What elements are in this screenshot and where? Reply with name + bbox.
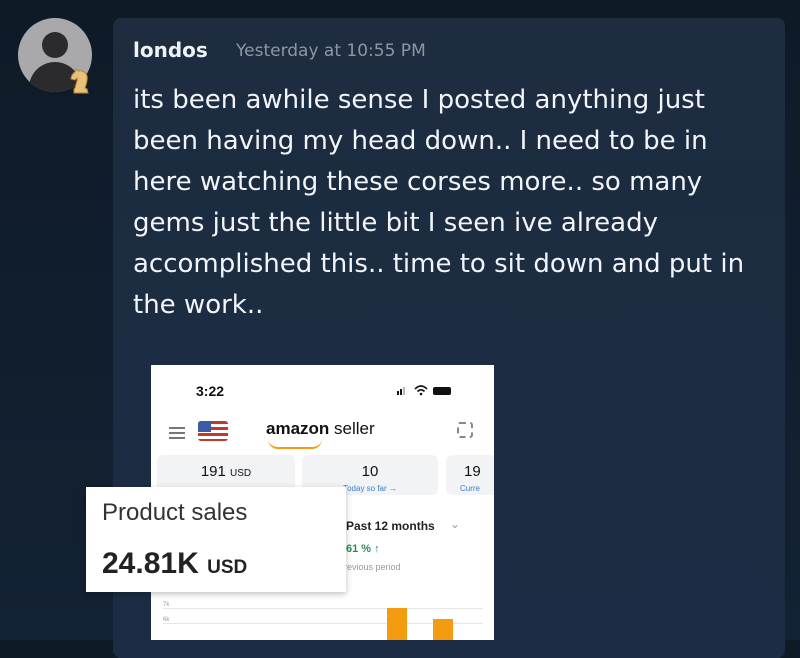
tile-value-number: 191 — [200, 463, 226, 480]
amazon-seller-logo: amazon seller — [266, 419, 375, 449]
hamburger-icon[interactable] — [169, 427, 185, 442]
tile-unit: USD — [230, 468, 252, 479]
us-flag-icon[interactable] — [198, 421, 228, 441]
percent-change: 61 % ↑ — [346, 543, 380, 555]
brand-rest: seller — [329, 419, 375, 438]
amazon-smile — [268, 439, 322, 449]
message-timestamp: Yesterday at 10:55 PM — [236, 41, 426, 61]
tile-value: 10 — [361, 463, 379, 480]
tile-sub: Curre — [460, 484, 481, 493]
y-tick: 6k — [163, 617, 170, 623]
sales-amount: 24.81K — [102, 547, 199, 580]
sales-unit: USD — [207, 557, 248, 578]
chart-bar — [433, 619, 453, 640]
chart-bar — [387, 608, 407, 640]
tile-value: 191 USD — [157, 463, 295, 480]
metric-tile[interactable]: 19 Curre — [446, 455, 494, 495]
tile-value: 19 — [464, 463, 481, 480]
message-text: its been awhile sense I posted anything … — [133, 85, 745, 320]
author-name[interactable]: londos — [133, 38, 208, 62]
status-time: 3:22 — [196, 383, 225, 399]
scan-icon[interactable] — [457, 422, 473, 438]
gridline — [163, 608, 483, 609]
period-selector[interactable]: Past 12 months — [346, 519, 435, 533]
product-sales-callout: Product sales 24.81K USD — [86, 487, 346, 592]
avatar-head — [42, 32, 68, 58]
period-compare-label: previous period — [339, 562, 401, 572]
product-sales-value: 24.81K USD — [102, 547, 247, 581]
status-icons — [397, 385, 451, 396]
product-sales-label: Product sales — [102, 499, 248, 526]
knight-icon — [70, 68, 89, 94]
y-tick: 7k — [163, 602, 170, 608]
brand-bold: amazon — [266, 419, 330, 438]
chevron-down-icon[interactable]: ⌄ — [450, 517, 460, 531]
